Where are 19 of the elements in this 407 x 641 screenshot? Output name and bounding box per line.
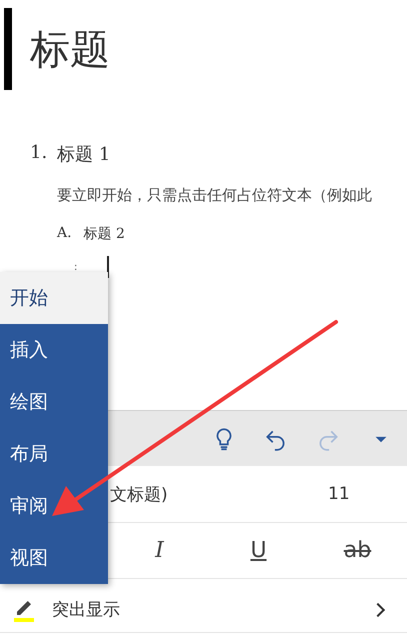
menu-item[interactable]: 视图: [0, 532, 108, 584]
body-text: 要立即开始，只需点击任何占位符文本（例如此: [56, 186, 373, 205]
menu-item[interactable]: 绘图: [0, 376, 108, 428]
list-marker: :: [74, 262, 78, 272]
menu-item[interactable]: 布局: [0, 428, 108, 480]
menu-item[interactable]: 插入: [0, 324, 108, 376]
document-title: 标题: [30, 26, 110, 74]
heading-text: 标题 2: [84, 225, 125, 243]
highlight-label[interactable]: 突出显示: [52, 598, 355, 621]
menu-item[interactable]: 审阅: [0, 480, 108, 532]
font-size[interactable]: 11: [310, 484, 350, 504]
menu-item[interactable]: 开始: [0, 272, 108, 324]
heading-text: 标题 1: [57, 143, 110, 166]
strikethrough-button[interactable]: ab: [344, 538, 372, 563]
list-number: 1.: [30, 142, 48, 165]
underline-button[interactable]: U: [250, 538, 267, 563]
highlighter-icon: [17, 601, 31, 615]
list-number: A.: [57, 225, 72, 243]
italic-button[interactable]: I: [155, 538, 164, 563]
